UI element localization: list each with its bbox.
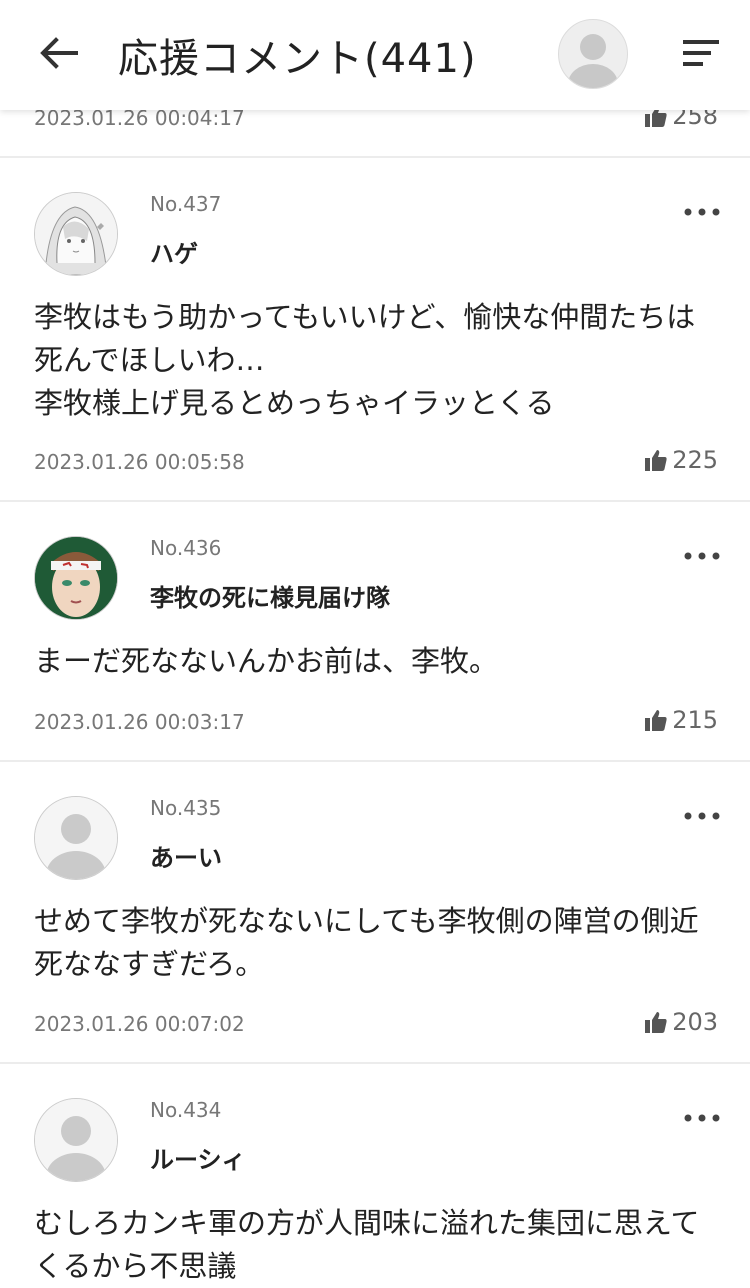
- like-count: 225: [672, 446, 718, 474]
- avatar[interactable]: [34, 796, 118, 880]
- comment-date: 2023.01.26 00:07:02: [34, 1012, 245, 1036]
- thumbs-up-icon: [645, 450, 667, 471]
- more-horizontal-icon[interactable]: [682, 1112, 722, 1124]
- comment-number: No.436: [150, 536, 222, 560]
- comment-line: 李牧はもう助かってもいいけど、愉快な仲間たちは: [34, 300, 696, 334]
- more-horizontal-icon[interactable]: [682, 550, 722, 562]
- comment-line: せめて李牧が死なないにしても李牧側の陣営の側近: [34, 904, 699, 938]
- page-title: 応援コメント(441): [118, 36, 477, 82]
- like-button[interactable]: 225: [644, 446, 718, 474]
- comment-line: 李牧様上げ見るとめっちゃイラッとくる: [34, 386, 555, 420]
- comment-item: No.436 李牧の死に様見届け隊 まーだ死なないんかお前は、李牧。 2023.…: [0, 502, 750, 760]
- comment-line: 死ななすぎだろ。: [34, 947, 265, 981]
- like-button[interactable]: 203: [644, 1008, 718, 1036]
- comment-body: むしろカンキ軍の方が人間味に溢れた集団に思えて くるから不思議: [34, 1202, 724, 1288]
- comment-number: No.437: [150, 192, 222, 216]
- comment-line: まーだ死なないんかお前は、李牧。: [34, 644, 499, 678]
- comment-number: No.434: [150, 1098, 222, 1122]
- comment-author[interactable]: ルーシィ: [150, 1140, 246, 1175]
- comment-line: むしろカンキ軍の方が人間味に溢れた集団に思えて: [34, 1206, 700, 1240]
- like-count: 215: [672, 706, 718, 734]
- comment-author[interactable]: ハゲ: [150, 234, 198, 269]
- comment-item: No.435 あーい せめて李牧が死なないにしても李牧側の陣営の側近 死ななすぎ…: [0, 762, 750, 1062]
- avatar[interactable]: [34, 192, 118, 276]
- avatar[interactable]: [34, 536, 118, 620]
- avatar[interactable]: [34, 1098, 118, 1182]
- comment-line: くるから不思議: [34, 1249, 237, 1283]
- comment-author[interactable]: あーい: [150, 838, 222, 873]
- app-header: 応援コメント(441): [0, 0, 750, 110]
- comment-date: 2023.01.26 00:05:58: [34, 450, 245, 474]
- comment-item: No.434 ルーシィ むしろカンキ軍の方が人間味に溢れた集団に思えて くるから…: [0, 1064, 750, 1283]
- thumbs-up-icon: [645, 1012, 667, 1033]
- like-count: 203: [672, 1008, 718, 1036]
- comment-date: 2023.01.26 00:03:17: [34, 710, 245, 734]
- more-horizontal-icon[interactable]: [682, 206, 722, 218]
- arrow-left-icon[interactable]: [36, 30, 82, 76]
- comment-body: せめて李牧が死なないにしても李牧側の陣営の側近 死ななすぎだろ。: [34, 900, 724, 986]
- more-horizontal-icon[interactable]: [682, 810, 722, 822]
- comment-item: No.437 ハゲ 李牧はもう助かってもいいけど、愉快な仲間たちは 死んでほしい…: [0, 158, 750, 500]
- comment-author[interactable]: 李牧の死に様見届け隊: [150, 578, 390, 613]
- comment-body: 李牧はもう助かってもいいけど、愉快な仲間たちは 死んでほしいわ… 李牧様上げ見る…: [34, 296, 724, 425]
- thumbs-up-icon: [645, 710, 667, 731]
- comment-line: 死んでほしいわ…: [34, 343, 265, 377]
- user-avatar-icon[interactable]: [558, 19, 628, 89]
- comment-body: まーだ死なないんかお前は、李牧。: [34, 640, 724, 683]
- sort-menu-icon[interactable]: [680, 36, 722, 70]
- like-button[interactable]: 215: [644, 706, 718, 734]
- comment-number: No.435: [150, 796, 222, 820]
